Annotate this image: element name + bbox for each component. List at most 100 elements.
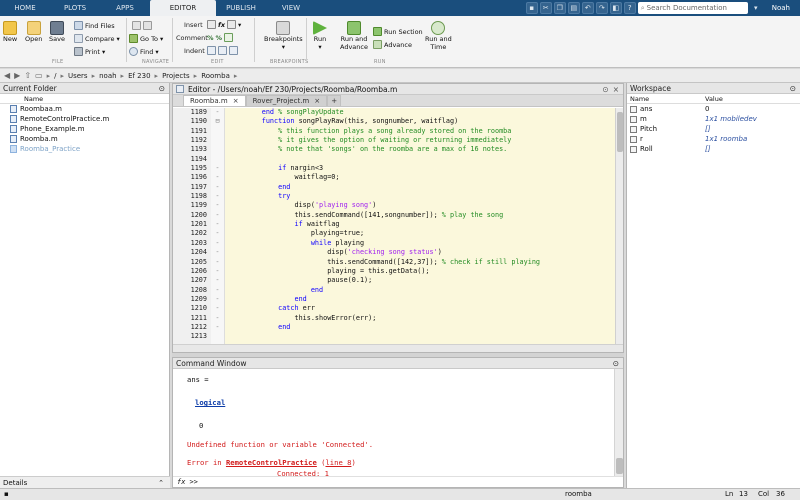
breakpoint-marker[interactable]: -: [211, 276, 224, 285]
breakpoint-marker[interactable]: -: [211, 304, 224, 313]
breakpoint-marker[interactable]: [211, 136, 224, 145]
breakpoint-marker[interactable]: -: [211, 229, 224, 238]
tab-publish[interactable]: PUBLISH: [216, 0, 266, 16]
breakpoint-marker[interactable]: -: [211, 211, 224, 220]
redo-icon[interactable]: ↷: [595, 2, 608, 14]
breakpoint-gutter[interactable]: - ⊟ - - - - - - - - - - - - - - - - - -: [211, 108, 225, 344]
close-tab-icon[interactable]: ×: [314, 97, 320, 105]
goto-button[interactable]: Go To ▾: [129, 34, 163, 43]
scroll-thumb[interactable]: [616, 458, 623, 474]
nav-arrows[interactable]: [132, 21, 152, 30]
compare-button[interactable]: Compare ▾: [74, 34, 120, 43]
function-browser-fx-icon[interactable]: fx: [177, 478, 185, 486]
comment-label[interactable]: Comment: [176, 34, 208, 42]
panel-actions-icon[interactable]: ⊙: [159, 84, 165, 93]
switch-windows-icon[interactable]: ◧: [609, 2, 622, 14]
breakpoint-marker[interactable]: -: [211, 286, 224, 295]
error-file-link[interactable]: RemoteControlPractice: [226, 458, 317, 467]
find-button[interactable]: Find ▾: [129, 47, 159, 56]
user-account-menu[interactable]: Noah: [772, 4, 790, 12]
save-button[interactable]: Save: [49, 21, 65, 43]
workspace-variable-row[interactable]: r 1x1 roomba: [627, 134, 800, 144]
run-and-time-button[interactable]: Run and Time: [425, 21, 452, 51]
editor-actions-icon[interactable]: ⊙: [602, 85, 608, 94]
insert-label[interactable]: Insert: [184, 21, 203, 29]
breakpoint-marker[interactable]: ⊟: [211, 117, 224, 126]
breadcrumb-roomba[interactable]: Roomba: [201, 72, 230, 80]
new-button[interactable]: New: [3, 21, 17, 43]
workspace-variable-row[interactable]: ans 0: [627, 104, 800, 114]
breakpoint-marker[interactable]: -: [211, 267, 224, 276]
breakpoint-marker[interactable]: [211, 145, 224, 154]
code-text-area[interactable]: end % songPlayUpdate function songPlayRa…: [225, 108, 623, 344]
file-item[interactable]: Phone_Example.m: [0, 124, 169, 134]
paste-icon[interactable]: ▤: [567, 2, 580, 14]
breakpoint-marker[interactable]: -: [211, 192, 224, 201]
filter-icon[interactable]: ▾: [750, 2, 762, 14]
comment-tools[interactable]: % %: [207, 33, 234, 42]
browse-folder-icon[interactable]: ▭: [35, 71, 43, 80]
breakpoint-marker[interactable]: -: [211, 164, 224, 173]
run-section-button[interactable]: Run Section: [373, 27, 423, 36]
workspace-column-name[interactable]: Name: [627, 95, 705, 103]
indent-label[interactable]: Indent: [184, 47, 205, 55]
current-folder-address-bar[interactable]: ◀ ▶ ⇧ ▭ ▸ / ▸ Users ▸ noah ▸ Ef 230 ▸ Pr…: [0, 69, 800, 83]
folder-item[interactable]: Roomba_Practice: [0, 144, 169, 154]
tab-view[interactable]: VIEW: [266, 0, 316, 16]
insert-tools[interactable]: fx ▾: [207, 20, 241, 29]
indent-tools[interactable]: [207, 46, 238, 55]
tab-home[interactable]: HOME: [0, 0, 50, 16]
cut-icon[interactable]: ✂: [539, 2, 552, 14]
new-tab-button[interactable]: +: [327, 95, 342, 106]
undo-icon[interactable]: ↶: [581, 2, 594, 14]
editor-close-icon[interactable]: ×: [613, 85, 619, 94]
tab-apps[interactable]: APPS: [100, 0, 150, 16]
run-button[interactable]: Run ▾: [313, 21, 327, 51]
error-line-link[interactable]: line 8: [325, 458, 351, 467]
tab-plots[interactable]: PLOTS: [50, 0, 100, 16]
details-panel-toggle[interactable]: Details ⌃: [0, 476, 170, 488]
breadcrumb-users[interactable]: Users: [68, 72, 88, 80]
command-prompt-line[interactable]: fx >>: [173, 476, 623, 487]
command-window-scrollbar[interactable]: [614, 369, 623, 476]
scroll-thumb[interactable]: [617, 112, 623, 152]
breakpoint-marker[interactable]: -: [211, 323, 224, 332]
copy-icon[interactable]: ❐: [553, 2, 566, 14]
breakpoint-marker[interactable]: -: [211, 220, 224, 229]
breadcrumb-noah[interactable]: noah: [99, 72, 116, 80]
command-output[interactable]: ans = logical 0 Undefined function or va…: [173, 369, 614, 478]
breakpoint-marker[interactable]: -: [211, 201, 224, 210]
workspace-variable-row[interactable]: m 1x1 mobiledev: [627, 114, 800, 124]
open-button[interactable]: Open: [25, 21, 42, 43]
breakpoint-marker[interactable]: -: [211, 314, 224, 323]
back-arrow-icon[interactable]: ◀: [4, 71, 10, 80]
workspace-column-value[interactable]: Value: [705, 95, 723, 103]
file-item[interactable]: Roombaa.m: [0, 104, 169, 114]
breakpoint-marker[interactable]: -: [211, 108, 224, 117]
advance-button[interactable]: Advance: [373, 40, 412, 49]
save-quick-icon[interactable]: ▪: [525, 2, 538, 14]
breakpoint-marker[interactable]: [211, 127, 224, 136]
breakpoint-marker[interactable]: -: [211, 183, 224, 192]
breadcrumb-ef230[interactable]: Ef 230: [128, 72, 150, 80]
editor-tab-roomba[interactable]: Roomba.m ×: [183, 95, 246, 106]
breakpoint-marker[interactable]: -: [211, 239, 224, 248]
close-tab-icon[interactable]: ×: [233, 97, 239, 105]
editor-horizontal-scrollbar[interactable]: [173, 344, 623, 352]
forward-arrow-icon[interactable]: ▶: [14, 71, 20, 80]
breadcrumb-projects[interactable]: Projects: [162, 72, 190, 80]
panel-actions-icon[interactable]: ⊙: [613, 359, 619, 368]
breakpoint-marker[interactable]: -: [211, 248, 224, 257]
breakpoint-marker[interactable]: [211, 332, 224, 341]
editor-vertical-scrollbar[interactable]: [615, 108, 623, 344]
breadcrumb-root[interactable]: /: [54, 72, 56, 80]
find-files-button[interactable]: Find Files: [74, 21, 115, 30]
help-icon[interactable]: ?: [623, 2, 636, 14]
breakpoints-button[interactable]: Breakpoints ▾: [264, 21, 303, 51]
breakpoint-marker[interactable]: -: [211, 173, 224, 182]
run-and-advance-button[interactable]: Run and Advance: [340, 21, 368, 51]
breakpoint-marker[interactable]: -: [211, 258, 224, 267]
workspace-variable-row[interactable]: Pitch []: [627, 124, 800, 134]
print-button[interactable]: Print ▾: [74, 47, 105, 56]
workspace-variable-row[interactable]: Roll []: [627, 144, 800, 154]
